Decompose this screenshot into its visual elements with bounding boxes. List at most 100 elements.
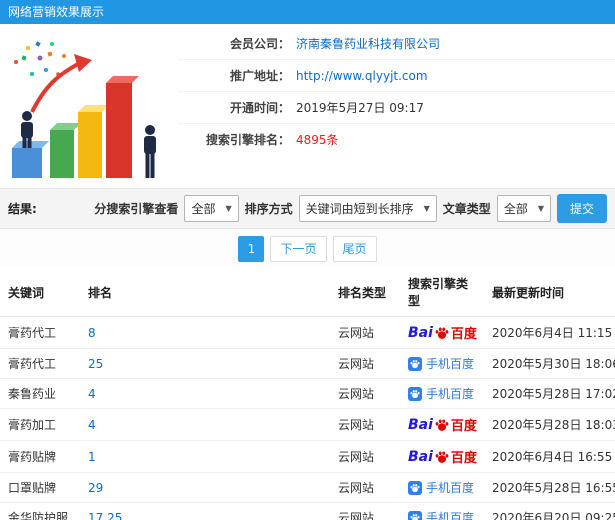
updated-cell: 2020年6月4日 16:55 bbox=[484, 440, 615, 473]
rank-type-cell: 云网站 bbox=[330, 378, 400, 409]
baidu-paw-icon bbox=[410, 513, 420, 520]
engine-cell: Bai 百度 bbox=[400, 408, 484, 441]
engine-cell: 手机百度 bbox=[400, 472, 484, 503]
sort-filter-label: 排序方式 bbox=[244, 202, 293, 216]
baidu-pc-logo: Bai 百度 bbox=[408, 324, 477, 343]
baidu-paw-icon bbox=[408, 510, 422, 520]
rank-cell: 4 bbox=[80, 408, 330, 441]
rank-cell: 4 bbox=[80, 378, 330, 409]
company-name-link[interactable]: 济南秦鲁药业科技有限公司 bbox=[296, 35, 440, 52]
company-label: 会员公司： bbox=[229, 37, 290, 51]
baidu-paw-icon bbox=[410, 483, 420, 492]
article-type-select[interactable]: 全部 ▼ bbox=[496, 195, 551, 222]
baidu-pc-logo: Bai 百度 bbox=[408, 416, 477, 435]
rank-link[interactable]: 8 bbox=[88, 326, 96, 340]
rank-count-label: 搜索引擎排名： bbox=[205, 133, 290, 147]
baidu-paw-icon bbox=[435, 418, 449, 431]
info-row-url: 推广地址： http://www.qlyyjt.com bbox=[178, 60, 615, 92]
rank-link[interactable]: 1 bbox=[88, 450, 96, 464]
engine-cell: 手机百度 bbox=[400, 348, 484, 379]
table-row: 膏药贴牌 1 云网站 Bai 百度 2020年6月4日 16:55 bbox=[0, 440, 615, 473]
filter-controls: 分搜索引擎查看 全部 ▼ 排序方式 关键词由短到长排序 ▼ 文章类型 全部 ▼ … bbox=[94, 194, 607, 223]
marketing-illustration bbox=[12, 41, 156, 178]
sort-filter-select[interactable]: 关键词由短到长排序 ▼ bbox=[298, 195, 437, 222]
updated-cell: 2020年5月28日 17:02 bbox=[484, 378, 615, 409]
header-rank: 排名 bbox=[80, 268, 330, 317]
header-rank-type: 排名类型 bbox=[330, 268, 400, 317]
article-type-value: 全部 bbox=[503, 202, 528, 216]
open-time-value: 2019年5月27日 09:17 bbox=[296, 101, 424, 115]
info-row-company: 会员公司： 济南秦鲁药业科技有限公司 bbox=[178, 28, 615, 60]
chevron-down-icon: ▼ bbox=[537, 204, 544, 213]
updated-cell: 2020年6月20日 09:25 bbox=[484, 502, 615, 520]
rank-type-cell: 云网站 bbox=[330, 472, 400, 503]
info-row-rank-count: 搜索引擎排名： 4895条 bbox=[178, 124, 615, 155]
results-section-label: 结果: bbox=[8, 202, 37, 216]
page-number-current[interactable]: 1 bbox=[238, 235, 265, 262]
engine-cell: Bai 百度 bbox=[400, 440, 484, 473]
rank-type-cell: 云网站 bbox=[330, 502, 400, 520]
filter-bar: 结果: 分搜索引擎查看 全部 ▼ 排序方式 关键词由短到长排序 ▼ 文章类型 全… bbox=[0, 188, 615, 229]
baidu-mobile-logo: 手机百度 bbox=[408, 479, 474, 496]
header-keyword: 关键词 bbox=[0, 268, 80, 317]
baidu-paw-icon bbox=[408, 480, 422, 495]
rank-cell: 17,25 bbox=[80, 502, 330, 520]
baidu-paw-icon bbox=[408, 386, 422, 401]
chevron-down-icon: ▼ bbox=[225, 204, 232, 213]
baidu-paw-icon bbox=[410, 389, 420, 398]
updated-cell: 2020年5月28日 18:03 bbox=[484, 408, 615, 441]
next-page-button[interactable]: 下一页 bbox=[270, 235, 327, 262]
engine-cell: Bai 百度 bbox=[400, 316, 484, 349]
promo-url-link[interactable]: http://www.qlyyjt.com bbox=[296, 69, 428, 83]
chevron-down-icon: ▼ bbox=[423, 204, 430, 213]
rank-link[interactable]: 4 bbox=[88, 418, 96, 432]
rank-link[interactable]: 17,25 bbox=[88, 511, 122, 520]
submit-button[interactable]: 提交 bbox=[556, 194, 607, 223]
rank-link[interactable]: 25 bbox=[88, 357, 103, 371]
results-table: 关键词 排名 排名类型 搜索引擎类型 最新更新时间 膏药代工 8 云网站 Bai 百度 2… bbox=[0, 268, 615, 520]
pagination: 1 下一页 尾页 bbox=[0, 229, 615, 268]
keyword-cell: 秦鲁药业 bbox=[0, 378, 80, 409]
baidu-paw-icon bbox=[435, 450, 449, 463]
sort-filter-value: 关键词由短到长排序 bbox=[305, 202, 414, 216]
baidu-paw-icon bbox=[410, 359, 420, 368]
updated-cell: 2020年5月30日 18:06 bbox=[484, 348, 615, 379]
baidu-mobile-logo: 手机百度 bbox=[408, 355, 474, 372]
page-title: 网络营销效果展示 bbox=[0, 0, 615, 24]
rank-cell: 29 bbox=[80, 472, 330, 503]
rank-cell: 25 bbox=[80, 348, 330, 379]
engine-filter-select[interactable]: 全部 ▼ bbox=[184, 195, 239, 222]
rank-type-cell: 云网站 bbox=[330, 408, 400, 441]
table-row: 秦鲁药业 4 云网站 手机百度 2020年5月28日 17:02 bbox=[0, 378, 615, 409]
rank-type-cell: 云网站 bbox=[330, 440, 400, 473]
info-row-open-time: 开通时间： 2019年5月27日 09:17 bbox=[178, 92, 615, 124]
rank-link[interactable]: 29 bbox=[88, 481, 103, 495]
engine-cell: 手机百度 bbox=[400, 378, 484, 409]
header-engine-type: 搜索引擎类型 bbox=[400, 268, 484, 317]
promo-url-label: 推广地址： bbox=[229, 69, 290, 83]
engine-filter-label: 分搜索引擎查看 bbox=[94, 202, 179, 216]
table-row: 膏药代工 25 云网站 手机百度 2020年5月30日 18:06 bbox=[0, 348, 615, 379]
keyword-cell: 口罩贴牌 bbox=[0, 472, 80, 503]
article-type-label: 文章类型 bbox=[442, 202, 491, 216]
baidu-paw-icon bbox=[435, 326, 449, 339]
keyword-cell: 膏药代工 bbox=[0, 348, 80, 379]
rank-cell: 8 bbox=[80, 316, 330, 349]
info-section: 会员公司： 济南秦鲁药业科技有限公司 推广地址： http://www.qlyy… bbox=[0, 24, 615, 188]
rank-link[interactable]: 4 bbox=[88, 387, 96, 401]
updated-cell: 2020年6月4日 11:15 bbox=[484, 316, 615, 349]
keyword-cell: 金华防护服 bbox=[0, 502, 80, 520]
open-time-label: 开通时间： bbox=[229, 101, 290, 115]
rank-type-cell: 云网站 bbox=[330, 316, 400, 349]
baidu-pc-logo: Bai 百度 bbox=[408, 448, 477, 467]
keyword-cell: 膏药贴牌 bbox=[0, 440, 80, 473]
table-row: 膏药代工 8 云网站 Bai 百度 2020年6月4日 11:15 bbox=[0, 316, 615, 349]
last-page-button[interactable]: 尾页 bbox=[332, 235, 377, 262]
rank-type-cell: 云网站 bbox=[330, 348, 400, 379]
baidu-mobile-logo: 手机百度 bbox=[408, 509, 474, 520]
results-table-body: 膏药代工 8 云网站 Bai 百度 2020年6月4日 11:15 膏药代工 25 云网站 手机百… bbox=[0, 316, 615, 520]
baidu-paw-icon bbox=[408, 356, 422, 371]
updated-cell: 2020年5月28日 16:55 bbox=[484, 472, 615, 503]
keyword-cell: 膏药加工 bbox=[0, 408, 80, 441]
table-row: 金华防护服 17,25 云网站 手机百度 2020年6月20日 09:25 bbox=[0, 502, 615, 520]
